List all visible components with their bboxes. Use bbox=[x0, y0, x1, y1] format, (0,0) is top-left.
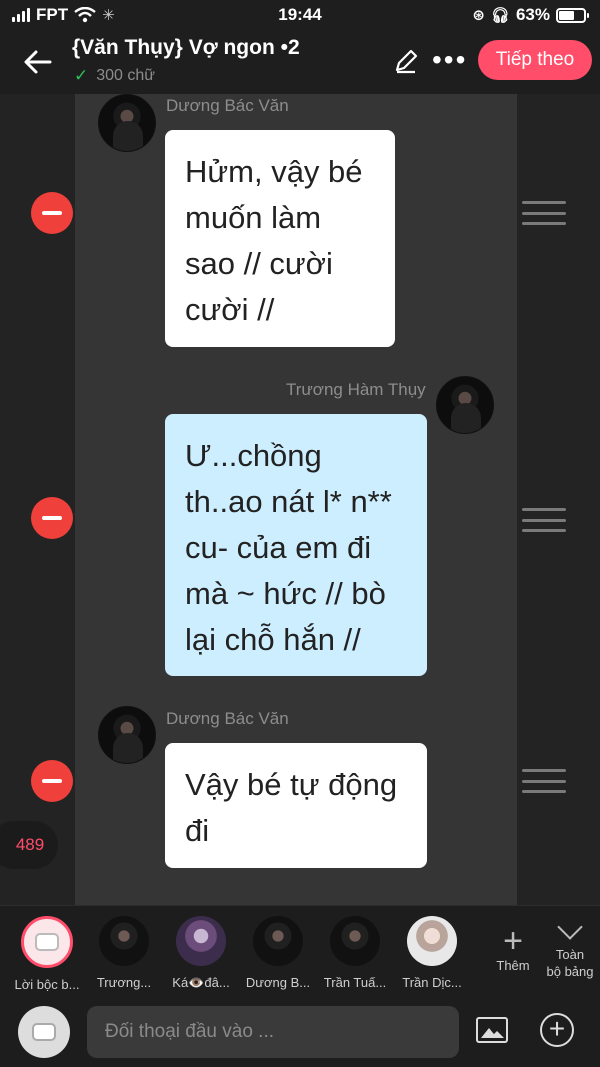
character-narration[interactable]: Lời bộc b... bbox=[10, 916, 84, 992]
character-item[interactable]: Ká👁️đâ... bbox=[164, 916, 238, 991]
more-options-icon[interactable]: ••• bbox=[432, 46, 467, 74]
message-bubble[interactable]: Ư...chồng th..ao nát l* n** cu- của em đ… bbox=[165, 414, 427, 676]
status-right: ⊛ 🎧︎ 63% bbox=[472, 5, 589, 25]
battery-fill bbox=[559, 10, 575, 20]
character-item[interactable]: Trần Tuấ... bbox=[318, 916, 392, 990]
plus-icon: + bbox=[503, 922, 523, 960]
character-label: Lời bộc b... bbox=[14, 977, 80, 992]
add-circle-icon[interactable]: + bbox=[540, 1013, 574, 1047]
message-bubble[interactable]: Hửm, vậy bé muốn làm sao // cười cười // bbox=[165, 130, 395, 347]
drag-handle-icon[interactable] bbox=[522, 508, 566, 532]
sender-name: Dương Bác Văn bbox=[166, 96, 289, 115]
drag-handle-icon[interactable] bbox=[522, 769, 566, 793]
avatar bbox=[99, 916, 149, 966]
sender-name: Dương Bác Văn bbox=[166, 709, 289, 728]
chevron-down-icon bbox=[557, 914, 583, 940]
avatar bbox=[436, 376, 494, 434]
show-all-label-2: bộ bảng bbox=[546, 964, 594, 979]
narration-icon bbox=[32, 1023, 56, 1041]
message-bubble[interactable]: Vậy bé tự động đi bbox=[165, 743, 427, 868]
remove-message-button[interactable] bbox=[31, 192, 73, 234]
check-icon: ✓ bbox=[74, 66, 89, 85]
back-arrow-icon[interactable] bbox=[20, 44, 56, 80]
image-icon[interactable] bbox=[476, 1017, 508, 1043]
dialogue-input[interactable] bbox=[87, 1006, 459, 1058]
remove-message-button[interactable] bbox=[31, 760, 73, 802]
narration-icon bbox=[21, 916, 73, 968]
character-item[interactable]: Trần Dịc... bbox=[395, 916, 469, 990]
edit-pencil-icon[interactable] bbox=[392, 47, 420, 75]
avatar bbox=[330, 916, 380, 966]
page-title: {Văn Thụy} Vợ ngon •2 bbox=[72, 36, 300, 59]
add-character-button[interactable]: + Thêm bbox=[490, 924, 536, 973]
avatar bbox=[176, 916, 226, 966]
add-label: Thêm bbox=[496, 958, 530, 973]
input-bar: + bbox=[0, 993, 600, 1067]
drag-handle-icon[interactable] bbox=[522, 201, 566, 225]
battery-label: 63% bbox=[515, 5, 550, 24]
word-count: ✓ 300 chữ bbox=[74, 66, 155, 86]
status-bar: FPT ✳ 19:44 ⊛ 🎧︎ 63% bbox=[0, 0, 600, 32]
show-all-label-1: Toàn bbox=[555, 947, 585, 962]
header: {Văn Thụy} Vợ ngon •2 ✓ 300 chữ ••• Tiếp… bbox=[0, 32, 600, 94]
character-label: Trần Tuấ... bbox=[323, 975, 387, 990]
next-button[interactable]: Tiếp theo bbox=[478, 40, 592, 80]
battery-icon bbox=[556, 7, 589, 23]
count-badge[interactable]: 489 bbox=[0, 821, 58, 869]
avatar bbox=[407, 916, 457, 966]
word-count-label: 300 chữ bbox=[96, 67, 155, 84]
character-item[interactable]: Trương... bbox=[87, 916, 161, 990]
character-item[interactable]: Dương B... bbox=[241, 916, 315, 990]
orientation-lock-icon: ⊛ bbox=[472, 7, 485, 24]
avatar bbox=[253, 916, 303, 966]
remove-message-button[interactable] bbox=[31, 497, 73, 539]
avatar bbox=[98, 94, 156, 152]
sender-name: Trương Hàm Thụy bbox=[286, 380, 426, 399]
character-label: Dương B... bbox=[245, 975, 311, 990]
show-all-button[interactable]: Toàn bộ bảng bbox=[540, 914, 600, 980]
headphones-icon: 🎧︎ bbox=[490, 7, 510, 24]
avatar bbox=[98, 706, 156, 764]
character-label: Trần Dịc... bbox=[402, 975, 462, 990]
character-label: Ká👁️đâ... bbox=[172, 975, 230, 990]
narration-toggle-button[interactable] bbox=[18, 1006, 70, 1058]
character-bar: Lời bộc b... Trương... Ká👁️đâ... Dương B… bbox=[0, 905, 600, 993]
character-label: Trương... bbox=[96, 975, 152, 990]
